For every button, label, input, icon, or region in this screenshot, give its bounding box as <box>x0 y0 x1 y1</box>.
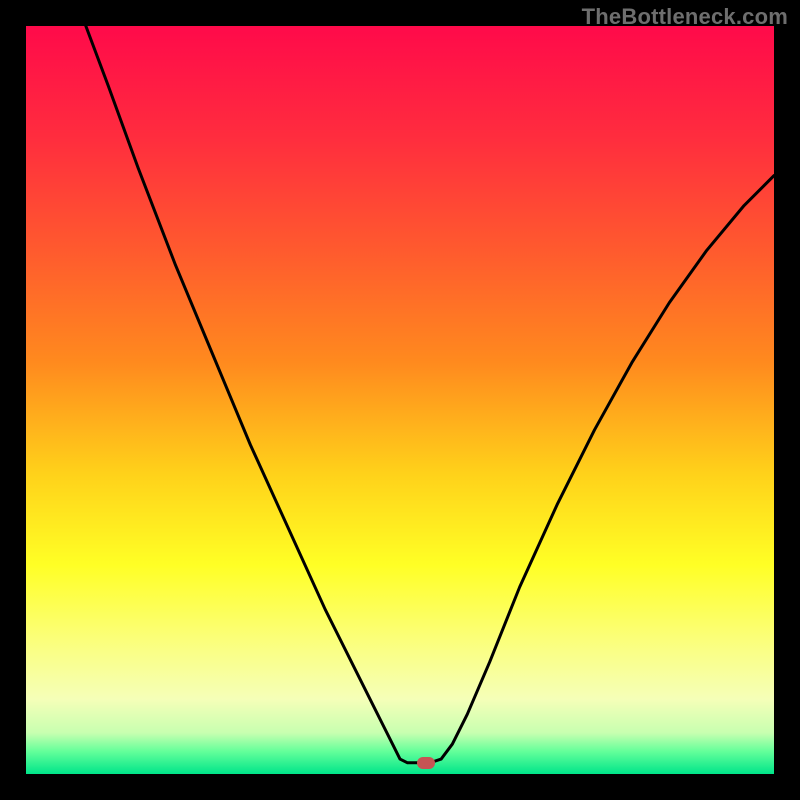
bottleneck-curve <box>26 26 774 774</box>
stage: TheBottleneck.com <box>0 0 800 800</box>
plot-area <box>26 26 774 774</box>
plot-frame <box>26 26 774 774</box>
optimal-point-marker <box>417 757 435 769</box>
